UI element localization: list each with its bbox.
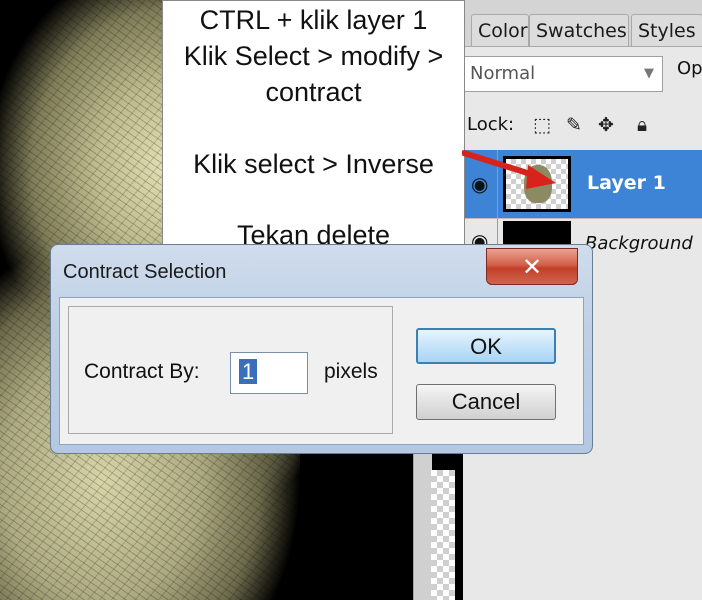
contract-selection-dialog: Contract Selection ✕ Contract By: 1 pixe… (50, 244, 593, 454)
transparency-strip (431, 470, 455, 600)
opacity-label: Op (677, 58, 702, 79)
instruction-note: CTRL + klik layer 1 Klik Select > modify… (162, 0, 465, 262)
close-icon: ✕ (521, 253, 543, 281)
layer-row-layer-1[interactable]: ◉ Layer 1 (463, 150, 702, 218)
instruction-line: CTRL + klik layer 1 (199, 5, 428, 35)
lock-label: Lock: (467, 114, 515, 135)
contract-by-label: Contract By: (84, 360, 200, 383)
lock-transparent-icon[interactable]: ⬚ (531, 114, 553, 136)
tab-styles[interactable]: Styles (631, 14, 702, 46)
eye-icon: ◉ (471, 172, 489, 196)
blend-mode-value: Normal (470, 63, 536, 84)
unit-label: pixels (324, 360, 378, 383)
panel-tabbar: Color Swatches Styles (463, 0, 702, 47)
dialog-body: Contract By: 1 pixels OK Cancel (59, 297, 584, 445)
layer-name: Layer 1 (587, 172, 666, 194)
lock-move-icon[interactable]: ✥ (595, 114, 617, 136)
lock-all-icon[interactable]: 🔒︎ (631, 114, 653, 136)
dialog-title: Contract Selection (63, 261, 227, 283)
tab-color[interactable]: Color (471, 14, 529, 46)
tab-swatches[interactable]: Swatches (529, 14, 629, 46)
instruction-line: Klik select > Inverse (193, 149, 434, 179)
cancel-button[interactable]: Cancel (416, 384, 556, 420)
contract-by-value: 1 (239, 359, 258, 384)
contract-by-input[interactable]: 1 (230, 352, 308, 394)
instruction-line: contract (265, 77, 362, 107)
lock-brush-icon[interactable]: ✎ (563, 114, 585, 136)
instruction-line: Klik Select > modify > (183, 41, 444, 71)
close-button[interactable]: ✕ (486, 248, 578, 285)
layer-name: Background (585, 233, 693, 254)
blend-mode-select[interactable]: Normal ▼ (463, 56, 663, 92)
panel-separator (413, 440, 432, 600)
lock-row: Lock: ⬚ ✎ ✥ 🔒︎ (463, 108, 702, 142)
visibility-toggle[interactable]: ◉ (463, 150, 498, 218)
chevron-down-icon: ▼ (644, 66, 654, 81)
ok-button[interactable]: OK (416, 328, 556, 364)
layer-thumbnail (503, 156, 571, 212)
thumbnail-face (524, 165, 552, 203)
